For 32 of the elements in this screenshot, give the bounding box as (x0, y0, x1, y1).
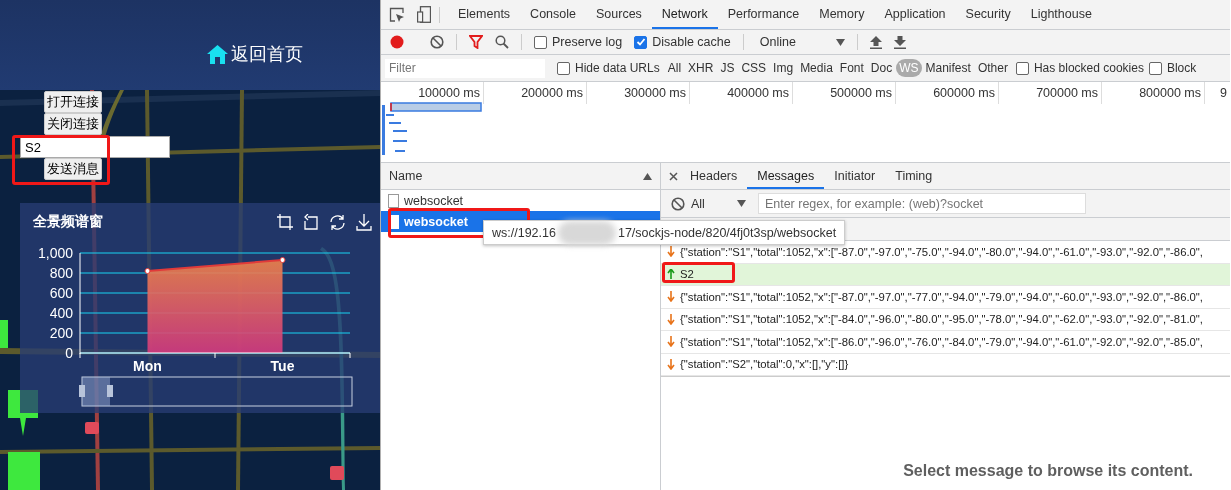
axis-label: 800 (49, 265, 73, 281)
time-tick: 500000 ms (830, 86, 892, 100)
message-text: {"station":"S1","total":1052,"x":["-86.0","-96.0","-76.0","-84.0","-79.0","-94.0","-61.0","-92.0","-92.0","-85.0", (680, 335, 1203, 348)
checkbox-label: Has blocked cookies (1033, 61, 1144, 75)
message-text: {"station":"S1","total":1052,"x":["-84.0","-96.0","-80.0","-95.0","-78.0","-94.0","-62.0","-93.0","-92.0","-81.0", (680, 313, 1203, 326)
tooltip-text: ws://192.16 (492, 225, 556, 240)
checkbox-label: Hide data URLs (575, 61, 660, 75)
axis-label: 0 (65, 345, 73, 361)
time-tick: 9 (1220, 86, 1227, 100)
axis-label: Tue (270, 358, 295, 374)
time-tick: 600000 ms (933, 86, 995, 100)
empty-hint: Select message to browse its content. (903, 462, 1193, 480)
time-tick: 400000 ms (727, 86, 789, 100)
message-text: {"station":"S2","total":0,"x":[],"y":[]} (680, 358, 849, 371)
checkbox-label: Disable cache (652, 35, 731, 49)
checkbox-label: Block (1166, 61, 1197, 75)
time-tick: 200000 ms (521, 86, 583, 100)
time-tick: 700000 ms (1036, 86, 1098, 100)
axis-label: 200 (49, 325, 73, 341)
message-text: {"station":"S1","total":1052,"x":["-87.0","-97.0","-77.0","-94.0","-79.0","-94.0","-60.0","-93.0","-92.0","-86.0", (680, 290, 1203, 303)
axis-label: 600 (49, 285, 73, 301)
tooltip-text: 17/sockjs-node/820/4fj0t3sp/websocket (617, 225, 837, 240)
time-tick: 100000 ms (418, 86, 480, 100)
chart-title: 全景频谱窗 (33, 213, 103, 231)
time-tick: 800000 ms (1139, 86, 1201, 100)
axis-label: 400 (49, 305, 73, 321)
checkbox-label: Preserve log (552, 35, 623, 49)
axis-label: Mon (133, 358, 162, 374)
message-text: {"station":"S1","total":1052,"x":["-87.0","-97.0","-75.0","-94.0","-80.0","-94.0","-61.0","-93.0","-92.0","-86.0", (680, 245, 1203, 258)
time-tick: 300000 ms (624, 86, 686, 100)
message-text: S2 (680, 268, 694, 281)
axis-label: 1,000 (37, 245, 73, 261)
